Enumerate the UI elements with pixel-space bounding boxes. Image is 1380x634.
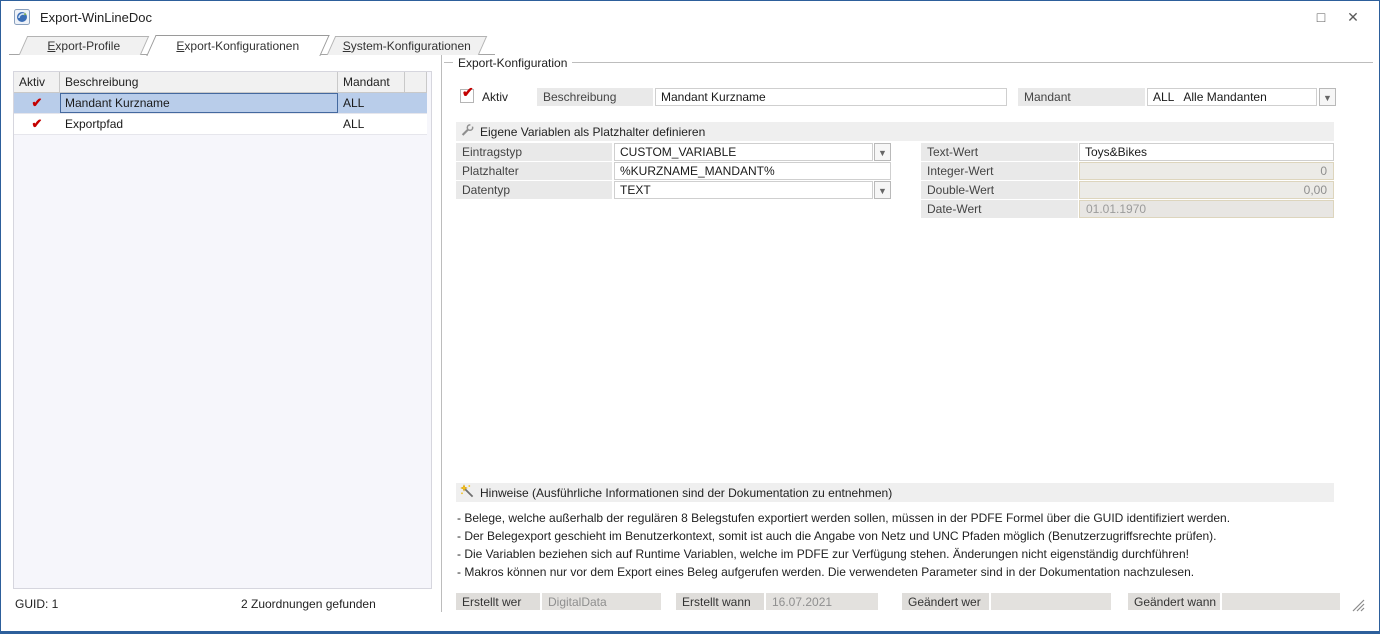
date-wert-field: 01.01.1970 [1079, 200, 1334, 218]
erstellt-wer-label: Erstellt wer [456, 593, 540, 610]
geaendert-wann-label: Geändert wann [1128, 593, 1220, 610]
double-wert-label: Double-Wert [921, 181, 1078, 199]
eintragstyp-label: Eintragstyp [456, 143, 612, 161]
tab-export-konfigurationen[interactable]: Export-Konfigurationen [146, 35, 329, 56]
row-beschreibung: Mandant Kurzname [60, 93, 338, 113]
tab-label: Export-Profile [24, 37, 144, 55]
geaendert-wer-value [991, 593, 1111, 610]
row-mandant: ALL [338, 114, 405, 134]
window-title: Export-WinLineDoc [40, 10, 152, 25]
groupbox-border [444, 62, 1373, 63]
date-wert-label: Date-Wert [921, 200, 1078, 218]
geaendert-wer-label: Geändert wer [902, 593, 989, 610]
groupbox-title: Export-Konfiguration [453, 56, 572, 70]
erstellt-wann-value: 16.07.2021 [766, 593, 878, 610]
check-icon: ✔ [462, 84, 474, 101]
close-icon[interactable]: ✕ [1341, 7, 1365, 27]
text-wert-input[interactable]: Toys&Bikes [1079, 143, 1334, 161]
platzhalter-label: Platzhalter [456, 162, 612, 180]
export-winlinedoc-window: Export-WinLineDoc □ ✕ Export-Profile Exp… [0, 0, 1380, 634]
tab-bar: Export-Profile Export-Konfigurationen Sy… [1, 34, 1379, 55]
magic-wand-icon [460, 484, 474, 501]
header-filler [405, 72, 427, 92]
row-mandant: ALL [338, 93, 405, 113]
erstellt-wer-value: DigitalData [542, 593, 661, 610]
integer-wert-label: Integer-Wert [921, 162, 1078, 180]
wrench-icon [460, 123, 474, 140]
table-header-row: Aktiv Beschreibung Mandant [14, 72, 427, 93]
double-wert-field: 0,00 [1079, 181, 1334, 199]
header-beschreibung[interactable]: Beschreibung [60, 72, 338, 92]
resize-grip[interactable] [1350, 597, 1366, 613]
eintragstyp-select[interactable]: CUSTOM_VARIABLE [614, 143, 873, 161]
header-aktiv[interactable]: Aktiv [14, 72, 60, 92]
datentyp-select[interactable]: TEXT [614, 181, 873, 199]
chevron-down-icon[interactable]: ▼ [874, 143, 891, 161]
hinweise-notes: - Belege, welche außerhalb der regulären… [457, 509, 1367, 581]
check-icon: ✔ [14, 114, 60, 134]
aktiv-checkbox[interactable]: ✔ [460, 89, 474, 103]
tab-label: System-Konfigurationen [332, 37, 482, 55]
chevron-down-icon[interactable]: ▼ [874, 181, 891, 199]
panel-separator [441, 55, 442, 612]
integer-wert-field: 0 [1079, 162, 1334, 180]
erstellt-wann-label: Erstellt wann [676, 593, 764, 610]
note-line: - Die Variablen beziehen sich auf Runtim… [457, 545, 1367, 563]
beschreibung-input[interactable]: Mandant Kurzname [655, 88, 1007, 106]
geaendert-wann-value [1222, 593, 1340, 610]
mandant-select[interactable]: ALL Alle Mandanten [1147, 88, 1317, 106]
note-line: - Makros können nur vor dem Export eines… [457, 563, 1367, 581]
platzhalter-input[interactable]: %KURZNAME_MANDANT% [614, 162, 891, 180]
mandant-code: ALL [1153, 90, 1174, 105]
mandant-name: Alle Mandanten [1183, 90, 1266, 105]
header-mandant[interactable]: Mandant [338, 72, 405, 92]
note-line: - Belege, welche außerhalb der regulären… [457, 509, 1367, 527]
app-icon [14, 9, 31, 25]
chevron-down-icon[interactable]: ▼ [1319, 88, 1336, 106]
mandant-label: Mandant [1018, 88, 1145, 106]
aktiv-label: Aktiv [482, 90, 508, 104]
table-row[interactable]: ✔ Exportpfad ALL [14, 114, 427, 135]
hinweise-section-title: Hinweise (Ausführliche Informationen sin… [480, 486, 892, 500]
titlebar: Export-WinLineDoc □ ✕ [1, 1, 1379, 33]
variables-section-header: Eigene Variablen als Platzhalter definie… [456, 122, 1334, 141]
datentyp-label: Datentyp [456, 181, 612, 199]
configurations-table: Aktiv Beschreibung Mandant ✔ Mandant Kur… [14, 72, 427, 135]
result-count-status: 2 Zuordnungen gefunden [241, 597, 376, 611]
check-icon: ✔ [14, 93, 60, 113]
tab-system-konfigurationen[interactable]: System-Konfigurationen [327, 36, 487, 55]
window-controls: □ ✕ [1309, 7, 1365, 27]
hinweise-section-header: Hinweise (Ausführliche Informationen sin… [456, 483, 1334, 502]
guid-status: GUID: 1 [15, 597, 58, 611]
beschreibung-label: Beschreibung [537, 88, 653, 106]
tab-label: Export-Konfigurationen [152, 36, 324, 56]
row-beschreibung: Exportpfad [60, 114, 338, 134]
configurations-list-panel: Aktiv Beschreibung Mandant ✔ Mandant Kur… [13, 71, 432, 589]
table-row[interactable]: ✔ Mandant Kurzname ALL [14, 93, 427, 114]
note-line: - Der Belegexport geschieht im Benutzerk… [457, 527, 1367, 545]
variables-section-title: Eigene Variablen als Platzhalter definie… [480, 125, 705, 139]
tab-export-profile[interactable]: Export-Profile [19, 36, 149, 55]
text-wert-label: Text-Wert [921, 143, 1078, 161]
maximize-icon[interactable]: □ [1309, 7, 1333, 27]
